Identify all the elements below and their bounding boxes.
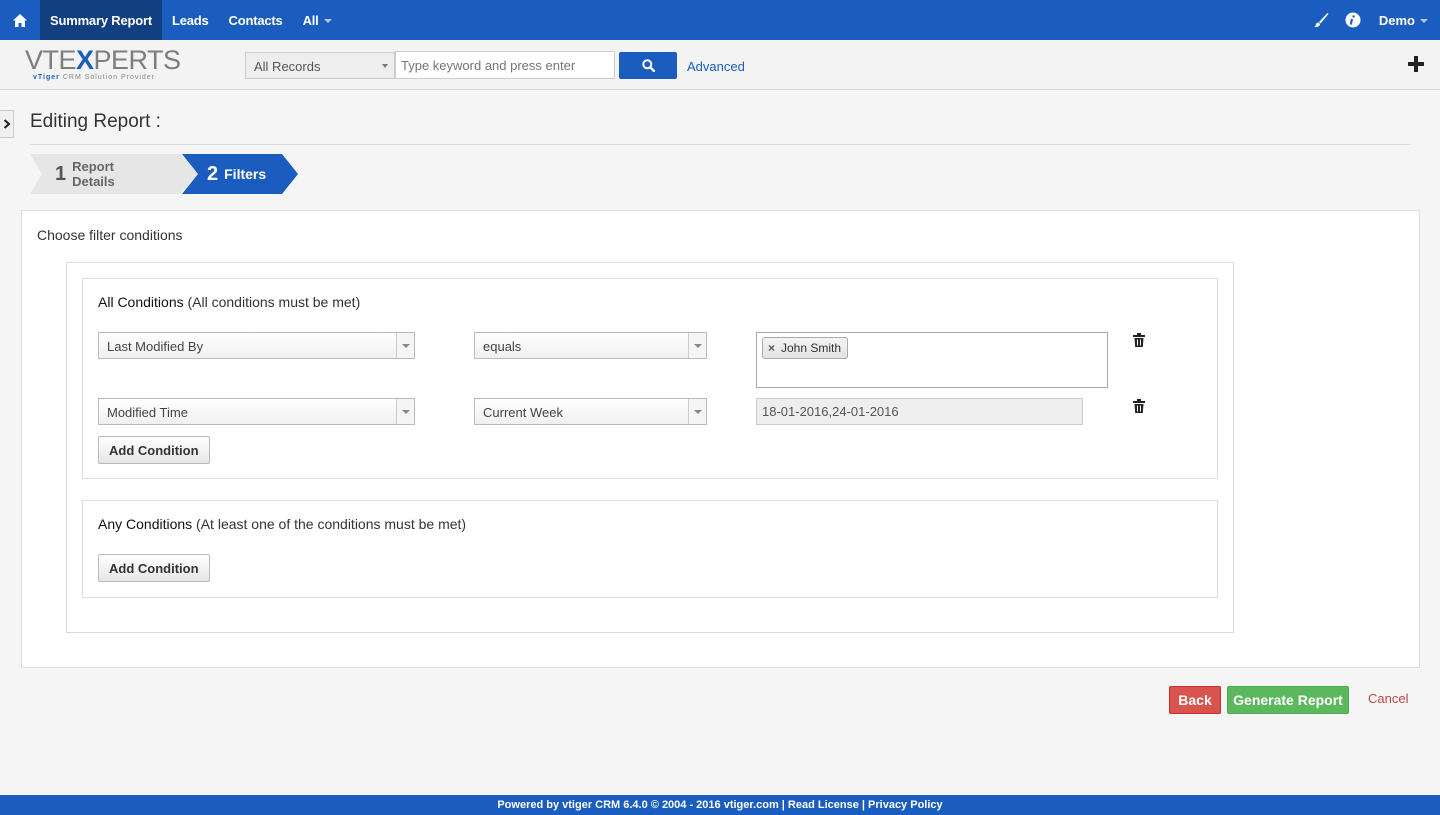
chevron-down-icon <box>396 399 414 424</box>
chevron-down-icon <box>323 19 332 23</box>
step-report-details[interactable]: 1 Report Details <box>55 154 115 194</box>
trash-icon[interactable] <box>1133 333 1145 347</box>
nav-all-dropdown[interactable]: All <box>293 0 342 40</box>
chevron-down-icon <box>1420 19 1428 23</box>
conditions-container: All Conditions (All conditions must be m… <box>66 262 1234 633</box>
generate-report-button[interactable]: Generate Report <box>1227 686 1349 714</box>
nav-label: Summary Report <box>50 12 152 28</box>
value-chip: × John Smith <box>762 337 849 359</box>
nav-label: Leads <box>171 12 209 28</box>
vtexperts-logo[interactable]: VTEXPERTS vTiger CRM Solution Provider <box>25 46 185 84</box>
chevron-down-icon <box>382 64 388 68</box>
nav-contacts[interactable]: Contacts <box>219 0 293 40</box>
step-number: 1 <box>55 162 67 185</box>
nav-label: All <box>302 12 319 28</box>
records-select-value: All Records <box>254 59 321 74</box>
select-value: Current Week <box>483 405 563 420</box>
footer: Powered by vtiger CRM 6.4.0 © 2004 - 201… <box>0 795 1440 815</box>
advanced-search-link[interactable]: Advanced <box>687 59 745 74</box>
step-label: Filters <box>224 166 267 182</box>
info-icon[interactable] <box>1337 0 1369 40</box>
chevron-right-icon <box>3 119 11 129</box>
logo-tagline: vTiger CRM Solution Provider <box>33 74 156 81</box>
back-button[interactable]: Back <box>1169 686 1221 714</box>
nav-leads[interactable]: Leads <box>162 0 219 40</box>
step-number: 2 <box>207 162 219 185</box>
chevron-down-icon <box>396 333 414 358</box>
nav-label: Contacts <box>228 12 283 28</box>
search-button[interactable] <box>619 52 677 79</box>
condition-value-multiselect[interactable]: × John Smith <box>756 332 1108 388</box>
divider <box>30 144 1411 145</box>
records-select[interactable]: All Records <box>245 52 395 79</box>
header-bar: VTEXPERTS vTiger CRM Solution Provider A… <box>0 40 1440 90</box>
chevron-down-icon <box>688 333 706 358</box>
filter-card: Choose filter conditions All Conditions … <box>21 210 1420 668</box>
page-title: Editing Report : <box>30 111 161 132</box>
trash-icon[interactable] <box>1133 399 1145 413</box>
logo-wordmark: VTEXPERTS <box>25 45 181 75</box>
search-input[interactable] <box>395 51 615 79</box>
add-condition-all-button[interactable]: Add Condition <box>98 436 210 464</box>
sidebar-toggle[interactable] <box>0 110 14 138</box>
filter-heading: Choose filter conditions <box>37 227 183 243</box>
top-navbar: Summary Report Leads Contacts All Demo <box>0 0 1440 40</box>
chevron-down-icon <box>688 399 706 424</box>
step-filters[interactable]: 2 Filters <box>207 154 266 194</box>
paintbrush-icon[interactable] <box>1305 0 1337 40</box>
user-menu[interactable]: Demo <box>1369 13 1428 28</box>
condition-value-readonly: 18-01-2016,24-01-2016 <box>756 398 1083 425</box>
any-conditions-title: Any Conditions (At least one of the cond… <box>98 516 467 532</box>
home-icon[interactable] <box>0 0 40 40</box>
all-conditions-box: All Conditions (All conditions must be m… <box>82 278 1218 479</box>
any-conditions-box: Any Conditions (At least one of the cond… <box>82 500 1218 598</box>
remove-chip-icon[interactable]: × <box>768 341 775 355</box>
add-condition-any-button[interactable]: Add Condition <box>98 554 210 582</box>
search-icon <box>641 59 655 72</box>
condition-operator-select[interactable]: equals <box>474 332 707 359</box>
condition-field-select[interactable]: Last Modified By <box>98 332 415 359</box>
nav-summary-report[interactable]: Summary Report <box>40 0 162 40</box>
plus-icon[interactable] <box>1407 55 1425 73</box>
condition-operator-select[interactable]: Current Week <box>474 398 707 425</box>
select-value: equals <box>483 339 522 354</box>
user-name: Demo <box>1378 12 1415 28</box>
step-label: Report Details <box>72 159 115 189</box>
all-conditions-title: All Conditions (All conditions must be m… <box>98 294 361 310</box>
select-value: Last Modified By <box>107 339 204 354</box>
condition-field-select[interactable]: Modified Time <box>98 398 415 425</box>
select-value: Modified Time <box>107 405 188 420</box>
cancel-link[interactable]: Cancel <box>1368 691 1408 706</box>
